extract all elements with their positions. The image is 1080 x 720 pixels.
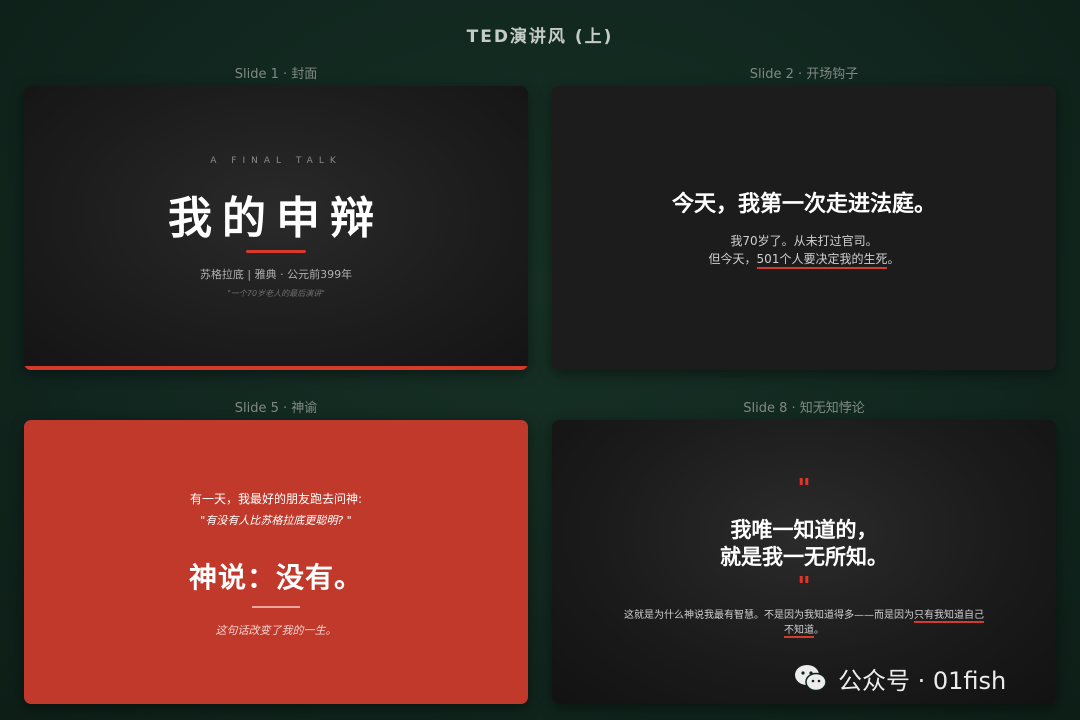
slide-2-line2-suffix: 。 bbox=[887, 252, 900, 266]
slide-1-quote: "一个70岁老人的最后演讲" bbox=[227, 289, 325, 298]
slide-8-open-quote-icon: " bbox=[797, 474, 811, 504]
watermark: 公众号 · 01fish bbox=[794, 660, 1006, 696]
slide-5-divider bbox=[252, 606, 300, 608]
slide-8-quote-line1: 我唯一知道的， bbox=[730, 518, 878, 542]
page: TED演讲风 (上) Slide 1 · 封面 A FINAL TALK 我的申… bbox=[0, 0, 1080, 720]
slide-5-oracle[interactable]: 有一天，我最好的朋友跑去问神: "有没有人比苏格拉底更聪明? " 神说：没有。 … bbox=[24, 420, 528, 704]
slide-1-cover[interactable]: A FINAL TALK 我的申辩 苏格拉底 | 雅典 · 公元前399年 "一… bbox=[24, 86, 528, 370]
slide-2-line2: 但今天，501个人要决定我的生死。 bbox=[552, 250, 1056, 269]
slide-1-meta: 苏格拉底 | 雅典 · 公元前399年 bbox=[199, 268, 353, 281]
slide-2-line1: 我70岁了。从未打过官司。 bbox=[730, 234, 878, 248]
slide-2-line2-prefix: 但今天， bbox=[708, 252, 757, 266]
slide-5-line2: "有没有人比苏格拉底更聪明? " bbox=[200, 514, 352, 527]
slide-1-label: Slide 1 · 封面 bbox=[234, 67, 318, 82]
slide-8-body-suffix: 。 bbox=[814, 625, 824, 636]
slide-1-title: 我的申辩 bbox=[168, 193, 384, 244]
slide-8-quote-line2: 就是我一无所知。 bbox=[720, 545, 888, 569]
slide-8-body: 这就是为什么神说我最有智慧。不是因为我知道得多——而是因为只有我知道自己不知道。 bbox=[622, 608, 986, 638]
slide-1-divider bbox=[246, 250, 306, 253]
slide-5-label: Slide 5 · 神谕 bbox=[234, 401, 318, 416]
wechat-icon bbox=[795, 665, 827, 692]
slide-2-headline: 今天，我第一次走进法庭。 bbox=[671, 192, 936, 217]
slide-8-body-prefix: 这就是为什么神说我最有智慧。不是因为我知道得多——而是因为 bbox=[624, 610, 914, 621]
slide-1-eyebrow: A FINAL TALK bbox=[210, 156, 342, 166]
slide-2-label: Slide 2 · 开场钩子 bbox=[749, 67, 859, 82]
slide-1-bottom-bar bbox=[24, 366, 528, 370]
slide-2-line2-highlight: 501个人要决定我的生死 bbox=[756, 252, 888, 269]
slide-8-close-quote-icon: " bbox=[797, 572, 811, 602]
page-title: TED演讲风 (上) bbox=[466, 27, 614, 47]
slide-8-label: Slide 8 · 知无知悖论 bbox=[743, 401, 865, 416]
slide-2-hook[interactable]: 今天，我第一次走进法庭。 我70岁了。从未打过官司。 但今天，501个人要决定我… bbox=[552, 86, 1056, 370]
watermark-text: 公众号 · 01fish bbox=[838, 666, 1007, 695]
slide-5-line1: 有一天，我最好的朋友跑去问神: bbox=[189, 492, 363, 506]
slide-5-footnote: 这句话改变了我的一生。 bbox=[215, 624, 337, 637]
slide-5-big-statement: 神说：没有。 bbox=[188, 561, 363, 594]
